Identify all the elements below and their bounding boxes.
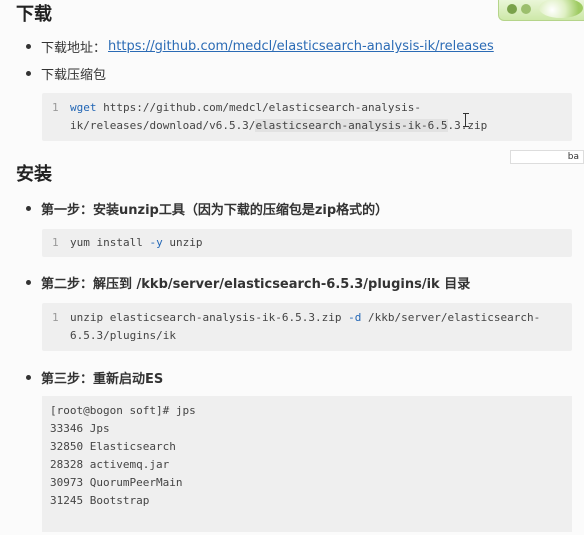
bullet-icon [26, 280, 31, 285]
code-line-1: unzip elasticsearch-analysis-ik-6.5.3.zi… [70, 309, 540, 327]
step3-label: 第三步：重新启动ES [41, 372, 164, 387]
code-selection: elasticsearch-analysis-ik-6.5 [255, 119, 448, 132]
list-item-step3: 第三步：重新启动ES [26, 368, 163, 387]
download-link[interactable]: https://github.com/medcl/elasticsearch-a… [108, 39, 494, 54]
terminal-line: 30973 QuorumPeerMain [50, 476, 183, 489]
code-text: ik/releases/download/v6.5.3/ [70, 119, 256, 132]
list-item-download-package: 下载压缩包 [26, 64, 106, 83]
code-text: unzip [162, 236, 203, 249]
code-line-1: wget https://github.com/medcl/elasticsea… [70, 99, 421, 117]
terminal-line: 31245 Bootstrap [50, 494, 150, 507]
code-flag: -y [149, 236, 163, 249]
section-heading-install: 安装 [16, 164, 52, 185]
code-text: https://github.com/medcl/elasticsearch-a… [96, 101, 422, 114]
overlay-button[interactable]: ba [510, 150, 584, 164]
section-heading-download: 下载 [16, 4, 52, 25]
text-cursor-icon [463, 113, 469, 127]
leaf-logo-icon [539, 0, 583, 18]
download-package-label: 下载压缩包 [41, 68, 107, 83]
bullet-icon [26, 44, 31, 49]
document-page: 下载 下载地址： https://github.com/medcl/elasti… [0, 0, 584, 535]
line-number: 1 [52, 236, 59, 249]
line-number: 1 [52, 101, 59, 114]
code-line-1: yum install -y unzip [70, 234, 202, 252]
code-block-yum[interactable]: 1 yum install -y unzip [42, 229, 572, 257]
bullet-icon [26, 71, 31, 76]
toolbar-widget[interactable] [498, 0, 584, 21]
bullet-icon [26, 206, 31, 211]
step2-label: 第二步：解压到 /kkb/server/elasticsearch-6.5.3/… [41, 277, 471, 292]
settings-icon[interactable] [507, 4, 517, 14]
list-item-step1: 第一步：安装unzip工具（因为下载的压缩包是zip格式的） [26, 199, 388, 218]
terminal-line: 28328 activemq.jar [50, 458, 170, 471]
line-number: 1 [52, 311, 59, 324]
code-line-2: 6.5.3/plugins/ik [70, 329, 176, 342]
code-command: wget [70, 101, 97, 114]
bullet-icon [26, 375, 31, 380]
step1-label: 第一步：安装unzip工具（因为下载的压缩包是zip格式的） [41, 203, 389, 218]
code-flag: -d [348, 311, 362, 324]
code-block-wget[interactable]: 1 wget https://github.com/medcl/elastics… [42, 93, 572, 141]
terminal-line: 33346 Jps [50, 422, 110, 435]
list-item-step2: 第二步：解压到 /kkb/server/elasticsearch-6.5.3/… [26, 273, 470, 292]
terminal-output-block[interactable]: [root@bogon soft]# jps 33346 Jps 32850 E… [42, 396, 572, 532]
code-block-unzip[interactable]: 1 unzip elasticsearch-analysis-ik-6.5.3.… [42, 303, 572, 351]
terminal-line: 32850 Elasticsearch [50, 440, 176, 453]
code-text: yum install [70, 236, 150, 249]
code-line-2: ik/releases/download/v6.5.3/elasticsearc… [70, 117, 487, 135]
code-text: /kkb/server/elasticsearch- [361, 311, 541, 324]
help-icon[interactable] [521, 4, 531, 14]
terminal-line: [root@bogon soft]# jps [50, 404, 196, 417]
list-item-download-address: 下载地址： https://github.com/medcl/elasticse… [26, 37, 494, 56]
download-address-label: 下载地址： [41, 41, 107, 56]
code-text: unzip elasticsearch-analysis-ik-6.5.3.zi… [70, 311, 349, 324]
